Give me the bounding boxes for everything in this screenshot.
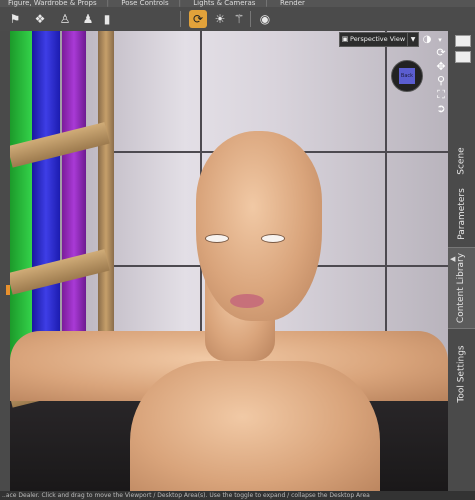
figure-eye [206,235,228,242]
viewport-menu-icon[interactable]: ▾ [433,33,447,47]
universal-tool-icon[interactable]: ⟳ [189,10,207,28]
view-selector[interactable]: ▣ Perspective View ▼ [339,32,419,47]
status-bar: ..ace Dealer. Click and drag to move the… [0,491,475,500]
menu-item-pose[interactable]: Pose Controls [113,0,176,7]
pose-icon[interactable]: ♟ [79,10,97,28]
toolbar-divider [250,11,251,27]
toolbar-divider [180,11,181,27]
left-panel [0,31,10,491]
menu-item-render[interactable]: Render [272,0,313,7]
zoom-icon[interactable]: ⚲ [434,74,448,88]
shelf-post [98,31,114,361]
figure-tool-icon[interactable]: ❖ [31,10,49,28]
frame-icon[interactable]: ⛶ [434,88,448,102]
tab-tool-settings[interactable]: Tool Settings [448,334,475,414]
toolbar: ⚑ ❖ ♙ ♟ ▮ ⟳ ☀ ⚚ ◉ [0,7,475,32]
expand-arrow-icon[interactable]: ◀ [450,255,455,263]
figure-head [196,131,322,321]
book [62,31,86,381]
wall-grout [385,31,387,361]
menu-item-lights[interactable]: Lights & Cameras [185,0,263,7]
tab-parameters[interactable]: Parameters [448,179,475,249]
shading-icon[interactable]: ◑ [420,33,434,47]
figure-lips [230,294,264,308]
lighting-icon[interactable]: ☀ [211,10,229,28]
camera-icon[interactable]: ⚚ [230,10,248,28]
reset-view-icon[interactable]: ➲ [434,102,448,116]
figure-torso [130,361,380,491]
tab-label: Content Library [456,252,467,324]
camera-view-icon: ▣ [341,35,349,43]
viewport-3d[interactable] [10,31,448,491]
wardrobe-icon[interactable]: ▮ [98,10,116,28]
tab-label: Tool Settings [456,345,467,403]
panel-toggle-icon[interactable] [455,35,471,47]
chevron-down-icon[interactable]: ▼ [407,33,418,46]
people-icon[interactable]: ♙ [56,10,74,28]
view-cube[interactable]: Back [391,60,423,92]
figure-eye [262,235,284,242]
view-selector-label: Perspective View [350,35,406,43]
render-icon[interactable]: ◉ [256,10,274,28]
scene-tool-icon[interactable]: ⚑ [6,10,24,28]
menu-bar: Figure, Wardrobe & Props | Pose Controls |… [0,0,475,7]
panel-toggle-icon[interactable] [455,51,471,63]
menu-item-wardrobe[interactable]: Figure, Wardrobe & Props [0,0,105,7]
tab-label: Parameters [456,188,467,240]
pan-icon[interactable]: ✥ [434,60,448,74]
view-cube-face: Back [399,68,415,84]
tab-label: Scene [456,147,467,175]
orbit-icon[interactable]: ⟳ [434,46,448,60]
